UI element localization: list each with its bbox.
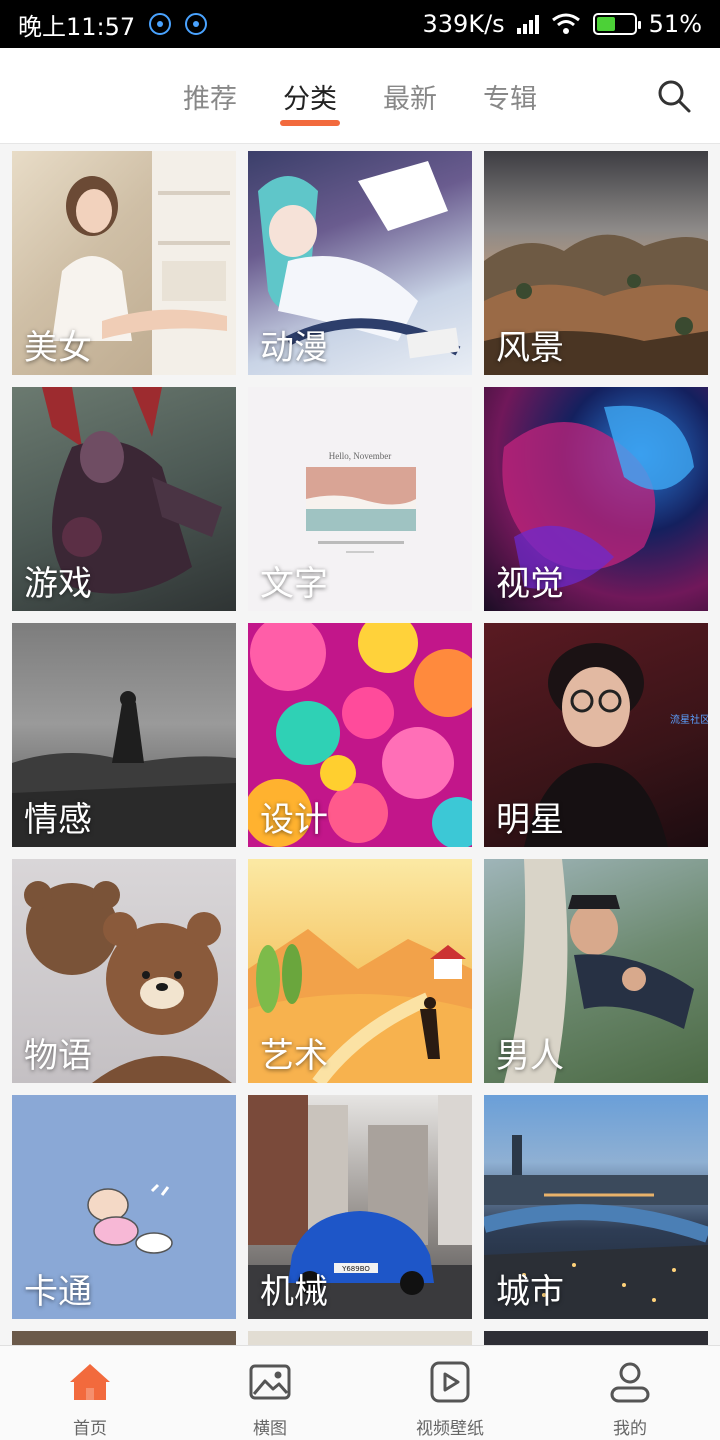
category-tile-art[interactable]: 艺术	[248, 859, 472, 1083]
thumbnail-title-text: Hello, November	[329, 451, 391, 461]
category-label: 动漫	[260, 328, 328, 368]
category-grid: 美女 动漫 风景 游戏 Hello, November 文字 视觉 情感 设计 …	[12, 151, 708, 1319]
category-tile-partial[interactable]	[248, 1331, 472, 1345]
tab-latest[interactable]: 最新	[360, 48, 460, 144]
battery-percent: 51%	[648, 10, 702, 38]
category-tile-cartoon[interactable]: 卡通	[12, 1095, 236, 1319]
category-tile-men[interactable]: 男人	[484, 859, 708, 1083]
bottom-nav-video-wallpaper[interactable]: 视频壁纸	[360, 1346, 540, 1440]
tab-label: 最新	[383, 83, 437, 115]
tab-label: 分类	[283, 83, 337, 115]
notification-app-icon	[185, 13, 208, 35]
category-label: 游戏	[24, 564, 92, 604]
category-label: 设计	[260, 800, 328, 840]
bottom-nav-profile[interactable]: 我的	[540, 1346, 720, 1440]
category-tile-partial[interactable]	[12, 1331, 236, 1345]
screen: 晚上11:57 339K/s 51% 推荐 分类 最新 专辑 美女 动漫 风景 …	[0, 0, 720, 1440]
category-tile-scenery[interactable]: 风景	[484, 151, 708, 375]
category-tile-celebrity[interactable]: 流星社区 明星	[484, 623, 708, 847]
status-bar: 晚上11:57 339K/s 51%	[0, 0, 720, 48]
status-time: 晚上11:57	[18, 12, 136, 41]
category-tile-design[interactable]: 设计	[248, 623, 472, 847]
signal-icon	[516, 14, 539, 34]
bottom-nav-landscape[interactable]: 横图	[180, 1346, 360, 1440]
network-speed: 339K/s	[422, 10, 505, 38]
category-label: 文字	[260, 564, 328, 604]
video-icon	[430, 1361, 470, 1403]
category-tile-visual[interactable]: 视觉	[484, 387, 708, 611]
bottom-nav-label: 我的	[613, 1419, 647, 1439]
category-tile-games[interactable]: 游戏	[12, 387, 236, 611]
wifi-icon	[551, 13, 580, 34]
bottom-nav-label: 视频壁纸	[416, 1419, 484, 1439]
watermark-text: 流星社区	[670, 713, 708, 726]
category-label: 情感	[24, 800, 92, 840]
notification-app-icon	[149, 13, 172, 35]
category-label: 机械	[260, 1272, 328, 1312]
category-label: 风景	[496, 328, 564, 368]
bottom-nav-label: 首页	[73, 1419, 107, 1439]
category-tile-partial[interactable]	[484, 1331, 708, 1345]
bottom-navigation: 首页 横图 视频壁纸 我的	[0, 1345, 720, 1440]
category-label: 明星	[496, 800, 564, 840]
category-label: 视觉	[496, 564, 564, 604]
user-icon	[610, 1362, 650, 1403]
category-tile-machinery[interactable]: Y689BO 机械	[248, 1095, 472, 1319]
category-label: 物语	[24, 1036, 92, 1076]
tab-recommend[interactable]: 推荐	[160, 48, 260, 144]
tab-label: 专辑	[483, 83, 537, 115]
top-navigation: 推荐 分类 最新 专辑	[0, 48, 720, 144]
category-tile-text[interactable]: Hello, November 文字	[248, 387, 472, 611]
battery-icon	[592, 13, 641, 35]
tab-album[interactable]: 专辑	[460, 48, 560, 144]
category-label: 男人	[496, 1036, 564, 1076]
search-icon[interactable]	[656, 78, 692, 114]
category-label: 美女	[24, 328, 92, 368]
license-plate-text: Y689BO	[341, 1265, 370, 1273]
category-label: 卡通	[24, 1272, 92, 1312]
category-tabs: 推荐 分类 最新 专辑	[160, 48, 560, 144]
tab-label: 推荐	[183, 83, 237, 115]
category-tile-emotion[interactable]: 情感	[12, 623, 236, 847]
image-icon	[249, 1364, 291, 1400]
category-tile-city[interactable]: 城市	[484, 1095, 708, 1319]
category-tile-beauty[interactable]: 美女	[12, 151, 236, 375]
bottom-nav-label: 横图	[253, 1419, 287, 1439]
home-icon	[70, 1364, 110, 1400]
tab-category[interactable]: 分类	[260, 48, 360, 144]
category-label: 城市	[496, 1272, 564, 1312]
active-tab-indicator	[280, 120, 340, 126]
bottom-nav-home[interactable]: 首页	[0, 1346, 180, 1440]
category-label: 艺术	[260, 1036, 328, 1076]
category-tile-anime[interactable]: 动漫	[248, 151, 472, 375]
category-tile-story[interactable]: 物语	[12, 859, 236, 1083]
